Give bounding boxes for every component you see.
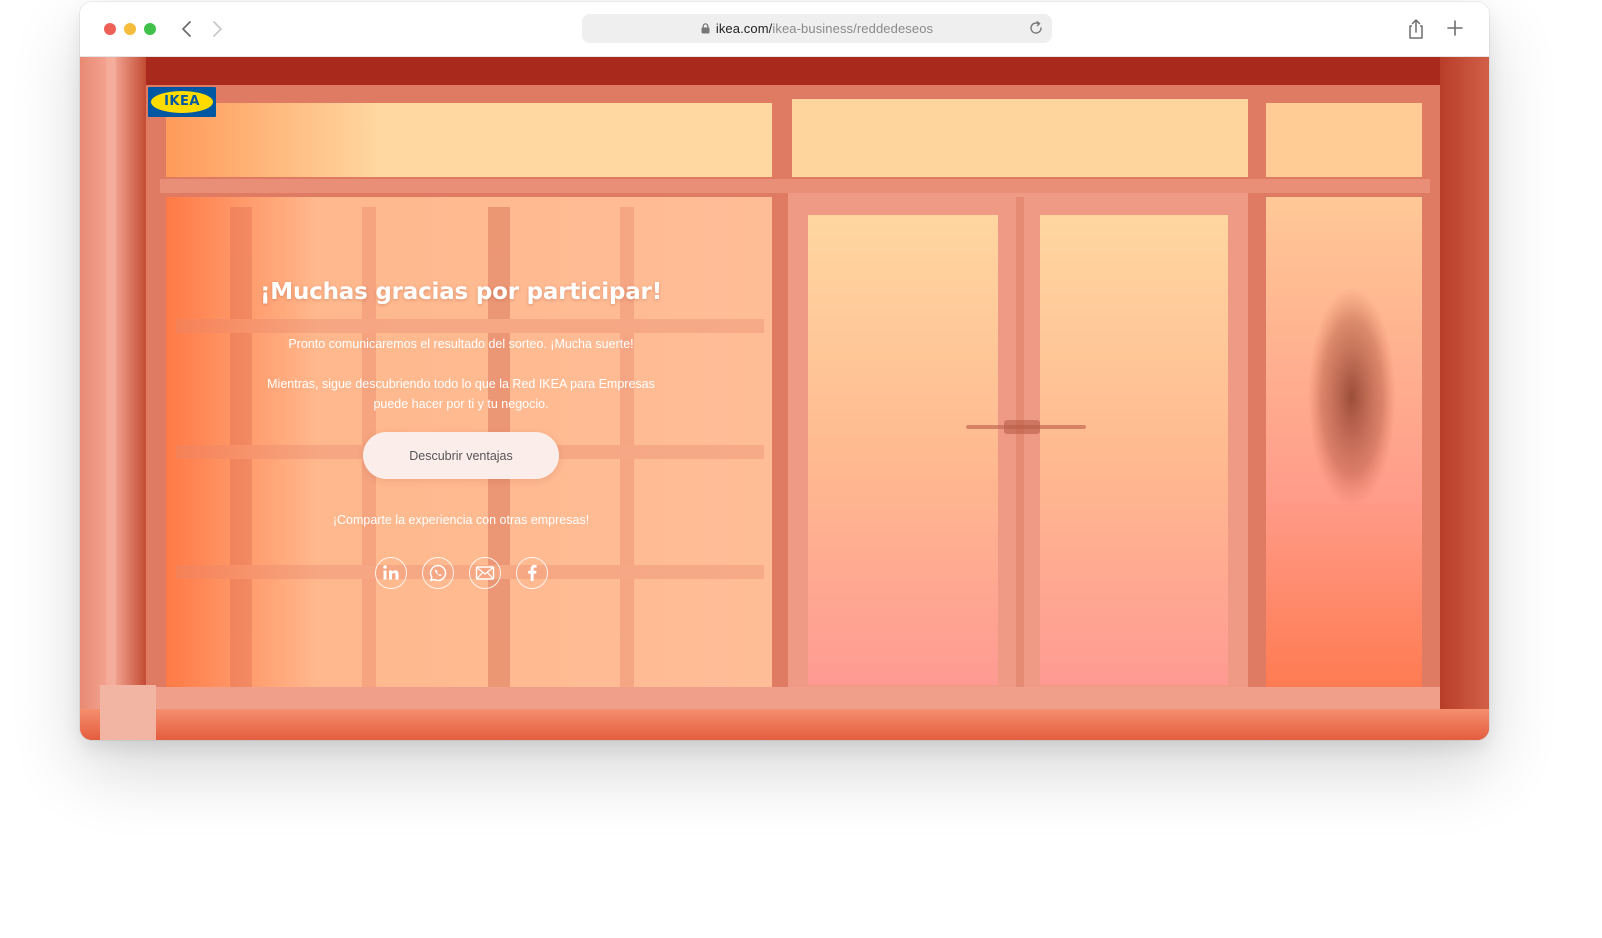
lock-icon xyxy=(701,23,710,34)
discover-message: Mientras, sigue descubriendo todo lo que… xyxy=(267,377,655,411)
discover-benefits-button[interactable]: Descubrir ventajas xyxy=(363,432,559,479)
email-share-button[interactable] xyxy=(468,557,501,589)
new-tab-icon[interactable] xyxy=(1446,19,1464,37)
draw-result-message: Pronto comunicaremos el resultado del so… xyxy=(288,337,634,351)
email-icon xyxy=(475,566,494,580)
close-window-button[interactable] xyxy=(104,23,116,35)
linkedin-icon xyxy=(382,565,398,580)
share-prompt: ¡Comparte la experiencia con otras empre… xyxy=(332,513,590,527)
reload-icon[interactable] xyxy=(1028,20,1044,36)
url-text: ikea.com/ikea-business/reddedeseos xyxy=(582,21,1052,36)
url-path: ikea-business/reddedeseos xyxy=(772,21,934,36)
url-host: ikea.com/ xyxy=(715,21,773,36)
logo-text: IKEA xyxy=(164,94,200,109)
chevron-left-icon xyxy=(182,21,191,37)
social-share-bar xyxy=(240,557,682,589)
forward-button[interactable] xyxy=(206,17,228,41)
address-bar[interactable]: ikea.com/ikea-business/reddedeseos xyxy=(582,14,1052,43)
facebook-icon xyxy=(527,564,537,581)
page-viewport: IKEA ¡Muchas gracias por participar! Pro… xyxy=(80,57,1489,740)
linkedin-share-button[interactable] xyxy=(374,557,407,589)
page-title: ¡Muchas gracias por participar! xyxy=(260,279,662,305)
thank-you-panel: ¡Muchas gracias por participar! Pronto c… xyxy=(240,279,682,589)
whatsapp-share-button[interactable] xyxy=(421,557,454,589)
browser-toolbar: ikea.com/ikea-business/reddedeseos xyxy=(80,2,1489,57)
browser-window: ikea.com/ikea-business/reddedeseos IKEA … xyxy=(80,2,1489,740)
chevron-right-icon xyxy=(213,21,222,37)
whatsapp-icon xyxy=(429,564,446,582)
ikea-logo[interactable]: IKEA xyxy=(148,87,216,117)
maximize-window-button[interactable] xyxy=(144,23,156,35)
minimize-window-button[interactable] xyxy=(124,23,136,35)
facebook-share-button[interactable] xyxy=(515,557,548,589)
back-button[interactable] xyxy=(176,17,198,41)
share-icon[interactable] xyxy=(1406,17,1426,41)
